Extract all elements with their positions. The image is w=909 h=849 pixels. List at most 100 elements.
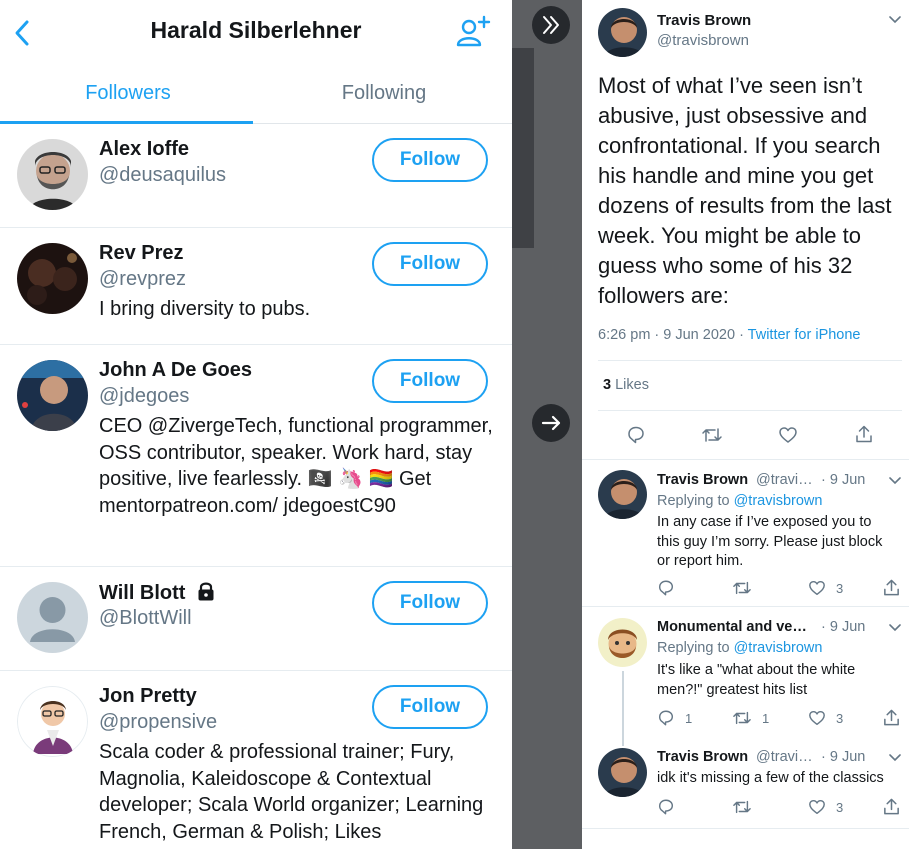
follower-row[interactable]: Rev Prez @revprez I bring diversity to p… bbox=[0, 228, 512, 345]
tweet-author-handle[interactable]: @travisbrown bbox=[657, 32, 749, 49]
follow-button[interactable]: Follow bbox=[372, 138, 488, 182]
avatar[interactable] bbox=[598, 470, 647, 519]
avatar[interactable] bbox=[598, 618, 647, 667]
follower-row[interactable]: John A De Goes @jdegoes CEO @ZivergeTech… bbox=[0, 345, 512, 567]
lock-icon bbox=[198, 582, 214, 601]
share-icon[interactable] bbox=[854, 424, 874, 444]
like-count: 3 bbox=[836, 580, 844, 596]
likes-label: Likes bbox=[615, 377, 649, 393]
retweet-icon[interactable] bbox=[701, 425, 723, 445]
retweet-action[interactable]: 1 bbox=[732, 709, 769, 727]
follower-name: Jon Pretty bbox=[99, 685, 197, 707]
reply-icon bbox=[658, 580, 674, 596]
tab-followers[interactable]: Followers bbox=[0, 82, 256, 105]
share-icon[interactable] bbox=[882, 578, 901, 597]
reply-action[interactable]: 1 bbox=[657, 709, 692, 727]
avatar[interactable] bbox=[598, 8, 647, 57]
likes-count: 3 bbox=[603, 377, 612, 393]
avatar[interactable] bbox=[598, 748, 647, 797]
follower-bio: Scala coder & professional trainer; Fury… bbox=[99, 741, 484, 843]
follow-button[interactable]: Follow bbox=[372, 581, 488, 625]
like-heart-icon bbox=[809, 580, 825, 596]
reply-date: · 9 Jun bbox=[821, 619, 866, 635]
forward-button[interactable] bbox=[532, 404, 570, 442]
follower-name: Will Blott bbox=[99, 581, 215, 605]
tweet-panel: Travis Brown @travisbrown Most of what I… bbox=[582, 0, 909, 849]
reply-icon bbox=[658, 799, 674, 815]
chevron-down-icon[interactable] bbox=[888, 476, 902, 486]
tweet-timestamp: 6:26 pm · 9 Jun 2020 · bbox=[598, 327, 748, 343]
followers-panel: Harald Silberlehner Followers Following … bbox=[0, 0, 512, 849]
reply-tweet[interactable]: Travis Brown @travi… · 9 Jun Replying to… bbox=[582, 462, 909, 607]
follow-button[interactable]: Follow bbox=[372, 242, 488, 286]
follow-button[interactable]: Follow bbox=[372, 359, 488, 403]
avatar[interactable] bbox=[17, 139, 88, 210]
follower-handle: @BlottWill bbox=[99, 607, 192, 629]
retweet-icon bbox=[733, 800, 751, 814]
follower-handle: @jdegoes bbox=[99, 385, 190, 407]
reply-text: It's like a "what about the white men?!"… bbox=[657, 662, 856, 698]
avatar[interactable] bbox=[17, 686, 88, 757]
replying-to: Replying to @travisbrown bbox=[657, 640, 822, 656]
reply-author-handle[interactable]: @travi… bbox=[756, 749, 813, 765]
follower-row[interactable]: Alex Ioffe @deusaquilus Follow bbox=[0, 124, 512, 228]
tweet-meta: 6:26 pm · 9 Jun 2020 · Twitter for iPhon… bbox=[598, 327, 861, 343]
reply-text: In any case if I’ve exposed you to this … bbox=[657, 514, 883, 569]
reply-date: · 9 Jun bbox=[821, 749, 866, 765]
chevron-down-icon[interactable] bbox=[888, 623, 902, 633]
follower-row[interactable]: Will Blott @BlottWill Follow bbox=[0, 567, 512, 671]
like-heart-icon bbox=[809, 799, 825, 815]
avatar[interactable] bbox=[17, 582, 88, 653]
follow-button[interactable]: Follow bbox=[372, 685, 488, 729]
retweet-action[interactable] bbox=[732, 798, 762, 816]
like-heart-icon[interactable] bbox=[778, 425, 798, 445]
collapse-button[interactable] bbox=[532, 6, 570, 44]
retweet-icon bbox=[733, 711, 751, 725]
share-icon[interactable] bbox=[882, 708, 901, 727]
follower-name: Alex Ioffe bbox=[99, 138, 190, 160]
retweet-count: 1 bbox=[762, 710, 770, 726]
avatar[interactable] bbox=[17, 360, 88, 431]
reply-action[interactable] bbox=[657, 798, 685, 816]
reply-count: 1 bbox=[685, 710, 693, 726]
like-action[interactable]: 3 bbox=[808, 579, 843, 597]
follower-bio: CEO @ZivergeTech, functional programmer,… bbox=[99, 415, 493, 517]
top-bar: Harald Silberlehner bbox=[0, 0, 512, 66]
tweet-author-name[interactable]: Travis Brown bbox=[657, 12, 751, 29]
reply-author-name[interactable]: Monumental and ve… bbox=[657, 619, 807, 635]
like-action[interactable]: 3 bbox=[808, 709, 843, 727]
reply-thread[interactable]: Monumental and ve… · 9 Jun Replying to @… bbox=[582, 609, 909, 829]
reply-author-name[interactable]: Travis Brown bbox=[657, 749, 748, 765]
like-action[interactable]: 3 bbox=[808, 798, 843, 816]
reply-icon[interactable] bbox=[626, 425, 646, 445]
add-user-icon[interactable] bbox=[455, 14, 491, 50]
replying-to-link[interactable]: @travisbrown bbox=[734, 640, 823, 656]
follower-row[interactable]: Jon Pretty @propensive Scala coder & pro… bbox=[0, 671, 512, 849]
likes-summary[interactable]: 3 Likes bbox=[603, 377, 649, 393]
chevron-down-icon[interactable] bbox=[888, 753, 902, 763]
tweet-source-link[interactable]: Twitter for iPhone bbox=[748, 327, 861, 343]
follower-name-text: Will Blott bbox=[99, 582, 186, 604]
follower-handle: @propensive bbox=[99, 711, 218, 733]
reply-action[interactable] bbox=[657, 579, 685, 597]
retweet-action[interactable] bbox=[732, 579, 762, 597]
retweet-icon bbox=[733, 581, 751, 595]
chevron-down-icon[interactable] bbox=[888, 15, 902, 25]
page-title: Harald Silberlehner bbox=[150, 17, 362, 43]
share-icon[interactable] bbox=[882, 797, 901, 816]
reply-author-name[interactable]: Travis Brown bbox=[657, 472, 748, 488]
tweet-text: Most of what I’ve seen isn’t abusive, ju… bbox=[598, 73, 892, 308]
follower-bio: I bring diversity to pubs. bbox=[99, 298, 311, 320]
thread-connector bbox=[622, 671, 624, 746]
avatar[interactable] bbox=[17, 243, 88, 314]
like-count: 3 bbox=[836, 799, 844, 815]
background-strip bbox=[512, 48, 534, 248]
split-divider bbox=[512, 0, 582, 849]
tab-following[interactable]: Following bbox=[256, 82, 512, 105]
arrow-right-icon bbox=[541, 415, 561, 431]
reply-text: idk it's missing a few of the classics bbox=[657, 770, 884, 786]
replying-to-link[interactable]: @travisbrown bbox=[734, 493, 823, 509]
reply-author-handle[interactable]: @travi… bbox=[756, 472, 813, 488]
like-count: 3 bbox=[836, 710, 844, 726]
replying-to-label: Replying to bbox=[657, 493, 734, 509]
